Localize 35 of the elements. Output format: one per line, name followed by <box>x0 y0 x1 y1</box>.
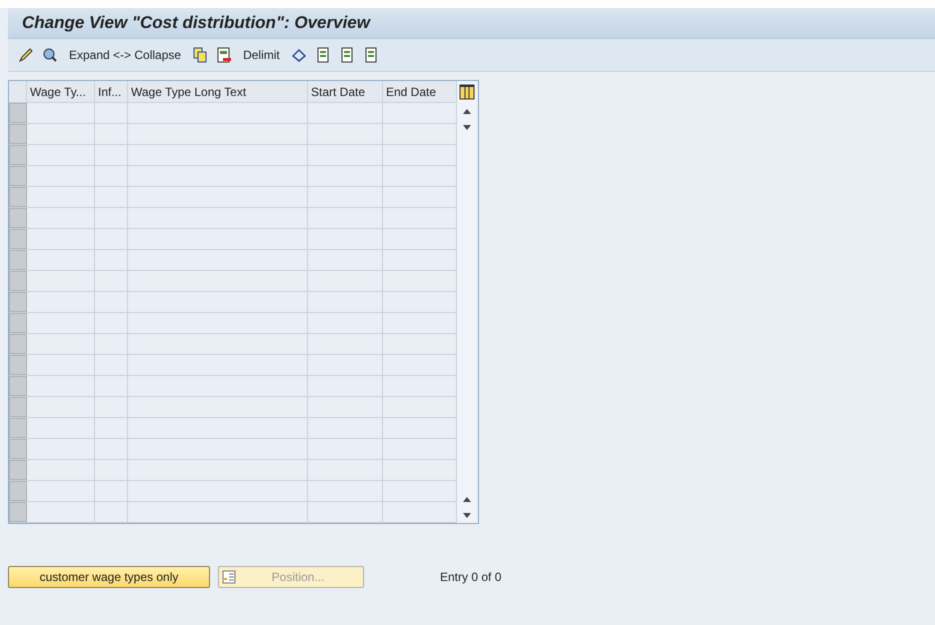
row-selector[interactable] <box>9 418 27 438</box>
row-selector[interactable] <box>9 439 27 459</box>
row-selector[interactable] <box>9 355 27 375</box>
undo-icon[interactable] <box>290 46 308 64</box>
row-selector[interactable] <box>9 460 27 480</box>
row-selector[interactable] <box>9 502 27 522</box>
delete-row-icon[interactable] <box>215 46 234 64</box>
column-header[interactable]: Inf... <box>95 81 128 102</box>
expand-collapse-button[interactable]: Expand <-> Collapse <box>65 46 186 64</box>
delimit-button[interactable]: Delimit <box>239 46 284 64</box>
column-header[interactable]: Start Date <box>308 81 383 102</box>
pencil-icon[interactable] <box>17 46 35 64</box>
row-selector[interactable] <box>9 229 27 249</box>
row-selector[interactable] <box>9 376 27 396</box>
row-selector[interactable] <box>9 124 27 144</box>
row-selector[interactable] <box>9 208 27 228</box>
entry-count: Entry 0 of 0 <box>440 569 502 586</box>
row-selector[interactable] <box>9 313 27 333</box>
row-selector[interactable] <box>9 397 27 417</box>
row-selector[interactable] <box>9 187 27 207</box>
position-icon <box>222 570 236 584</box>
magnifier-icon[interactable] <box>41 46 59 64</box>
row-selector[interactable] <box>9 271 27 291</box>
row-selector[interactable] <box>9 103 27 123</box>
column-header[interactable]: Wage Type Long Text <box>128 81 308 102</box>
row-selector[interactable] <box>9 334 27 354</box>
row-selector[interactable] <box>9 250 27 270</box>
row-selector[interactable] <box>9 145 27 165</box>
filter-button[interactable]: customer wage types only <box>8 566 210 588</box>
row-selector[interactable] <box>9 481 27 501</box>
window-title: Change View "Cost distribution": Overview <box>22 12 370 34</box>
row-selector[interactable] <box>9 292 27 312</box>
copy-icon[interactable] <box>191 46 210 64</box>
row-selector[interactable] <box>9 166 27 186</box>
column-header[interactable]: Wage Ty... <box>27 81 95 102</box>
